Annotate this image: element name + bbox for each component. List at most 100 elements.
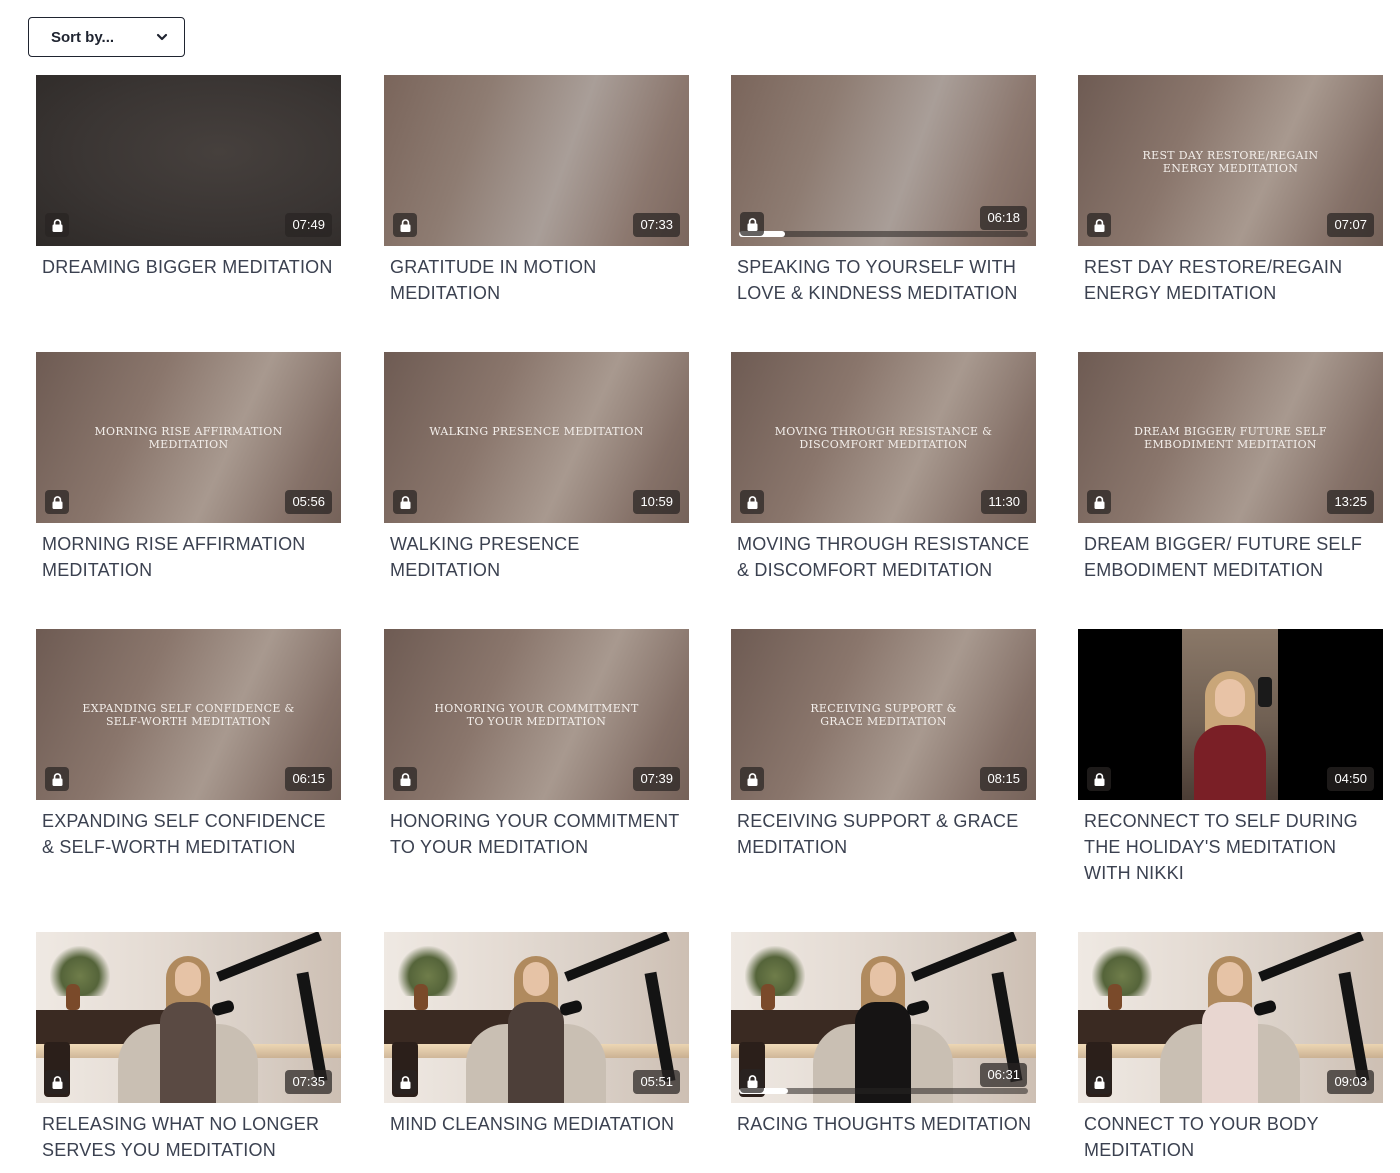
duration-badge: 06:15: [285, 767, 332, 791]
lock-icon: [45, 767, 69, 791]
video-thumbnail[interactable]: RECEIVING SUPPORT & GRACE MEDITATION 08:1…: [731, 629, 1036, 800]
video-card[interactable]: 07:35 RELEASING WHAT NO LONGER SERVES YOU…: [36, 932, 341, 1163]
duration-badge: 07:07: [1327, 213, 1374, 237]
video-title[interactable]: RECONNECT TO SELF DURING THE HOLIDAY'S M…: [1084, 808, 1383, 886]
lock-icon: [740, 490, 764, 514]
duration-badge: 05:56: [285, 490, 332, 514]
video-still-detail: [160, 1002, 216, 1103]
video-title[interactable]: MORNING RISE AFFIRMATION MEDITATION: [42, 531, 341, 583]
lock-icon: [740, 212, 764, 236]
video-title[interactable]: MOVING THROUGH RESISTANCE & DISCOMFORT M…: [737, 531, 1036, 583]
thumbnail-title-overlay: REST DAY RESTORE/REGAIN ENERGY MEDITATIO…: [1142, 149, 1319, 175]
video-still-detail: [745, 946, 805, 996]
video-still-detail: [1092, 946, 1152, 996]
video-title[interactable]: WALKING PRESENCE MEDITATION: [390, 531, 689, 583]
lock-icon: [45, 213, 69, 237]
video-thumbnail[interactable]: EXPANDING SELF CONFIDENCE & SELF-WORTH M…: [36, 629, 341, 800]
thumbnail-title-overlay: HONORING YOUR COMMITMENT TO YOUR MEDITAT…: [434, 702, 639, 728]
video-still-detail: [414, 984, 428, 1010]
video-card[interactable]: 09:03 CONNECT TO YOUR BODY MEDITATION: [1078, 932, 1383, 1163]
duration-badge: 04:50: [1327, 767, 1374, 791]
video-thumbnail[interactable]: HONORING YOUR COMMITMENT TO YOUR MEDITAT…: [384, 629, 689, 800]
chevron-down-icon: [156, 33, 168, 41]
video-still-detail: [1217, 962, 1243, 996]
duration-badge: 07:33: [633, 213, 680, 237]
video-still-detail: [66, 984, 80, 1010]
duration-badge: 07:35: [285, 1070, 332, 1094]
video-thumbnail[interactable]: MORNING RISE AFFIRMATION MEDITATION 05:56: [36, 352, 341, 523]
video-still-detail: [508, 1002, 564, 1103]
lock-icon: [1087, 213, 1111, 237]
duration-badge: 06:31: [980, 1063, 1027, 1087]
thumbnail-title-overlay: DREAM BIGGER/ FUTURE SELF EMBODIMENT MED…: [1134, 425, 1327, 451]
video-title[interactable]: DREAM BIGGER/ FUTURE SELF EMBODIMENT MED…: [1084, 531, 1383, 583]
video-title[interactable]: RELEASING WHAT NO LONGER SERVES YOU MEDI…: [42, 1111, 341, 1163]
video-still-detail: [175, 962, 201, 996]
video-card[interactable]: HONORING YOUR COMMITMENT TO YOUR MEDITAT…: [384, 629, 689, 860]
video-card[interactable]: 06:18 SPEAKING TO YOURSELF WITH LOVE & KI…: [731, 75, 1036, 306]
sort-dropdown[interactable]: Sort by...: [28, 17, 185, 57]
video-card[interactable]: 04:50 RECONNECT TO SELF DURING THE HOLIDA…: [1078, 629, 1383, 886]
lock-icon: [1087, 767, 1111, 791]
lock-icon: [393, 767, 417, 791]
video-card[interactable]: RECEIVING SUPPORT & GRACE MEDITATION 08:1…: [731, 629, 1036, 860]
thumbnail-title-overlay: EXPANDING SELF CONFIDENCE & SELF-WORTH M…: [82, 702, 295, 728]
video-title[interactable]: RACING THOUGHTS MEDITATION: [737, 1111, 1036, 1137]
video-thumbnail[interactable]: 04:50: [1078, 629, 1383, 800]
duration-badge: 07:49: [285, 213, 332, 237]
video-title[interactable]: REST DAY RESTORE/REGAIN ENERGY MEDITATIO…: [1084, 254, 1383, 306]
video-thumbnail[interactable]: DREAM BIGGER/ FUTURE SELF EMBODIMENT MED…: [1078, 352, 1383, 523]
video-grid: 07:49 DREAMING BIGGER MEDITATION 07:33 GRAT…: [36, 75, 1383, 1173]
video-still-detail: [1202, 1002, 1258, 1103]
video-still-detail: [761, 984, 775, 1010]
video-still-detail: [398, 946, 458, 996]
video-card[interactable]: MOVING THROUGH RESISTANCE & DISCOMFORT M…: [731, 352, 1036, 583]
video-title[interactable]: RECEIVING SUPPORT & GRACE MEDITATION: [737, 808, 1036, 860]
duration-badge: 09:03: [1327, 1070, 1374, 1094]
video-thumbnail[interactable]: 07:35: [36, 932, 341, 1103]
video-still-detail: [1108, 984, 1122, 1010]
progress-bar[interactable]: [739, 1088, 1028, 1094]
video-thumbnail[interactable]: 06:18: [731, 75, 1036, 246]
lock-icon: [1087, 490, 1111, 514]
lock-icon: [45, 1070, 69, 1094]
video-card[interactable]: 06:31 RACING THOUGHTS MEDITATION: [731, 932, 1036, 1137]
thumbnail-title-overlay: RECEIVING SUPPORT & GRACE MEDITATION: [810, 702, 957, 728]
video-thumbnail[interactable]: REST DAY RESTORE/REGAIN ENERGY MEDITATIO…: [1078, 75, 1383, 246]
video-card[interactable]: REST DAY RESTORE/REGAIN ENERGY MEDITATIO…: [1078, 75, 1383, 306]
video-title[interactable]: MIND CLEANSING MEDIATATION: [390, 1111, 689, 1137]
duration-badge: 06:18: [980, 206, 1027, 230]
video-thumbnail[interactable]: 06:31: [731, 932, 1036, 1103]
video-thumbnail[interactable]: WALKING PRESENCE MEDITATION 10:59: [384, 352, 689, 523]
duration-badge: 13:25: [1327, 490, 1374, 514]
video-card[interactable]: WALKING PRESENCE MEDITATION 10:59 WALKING …: [384, 352, 689, 583]
lock-icon: [393, 1070, 417, 1094]
video-title[interactable]: EXPANDING SELF CONFIDENCE & SELF-WORTH M…: [42, 808, 341, 860]
video-thumbnail[interactable]: 07:49: [36, 75, 341, 246]
video-thumbnail[interactable]: 09:03: [1078, 932, 1383, 1103]
video-still-detail: [50, 946, 110, 996]
video-card[interactable]: 05:51 MIND CLEANSING MEDIATATION: [384, 932, 689, 1137]
lock-icon: [740, 767, 764, 791]
video-card[interactable]: MORNING RISE AFFIRMATION MEDITATION 05:56…: [36, 352, 341, 583]
lock-icon: [1087, 1070, 1111, 1094]
video-thumbnail[interactable]: 05:51: [384, 932, 689, 1103]
progress-bar[interactable]: [739, 231, 1028, 237]
lock-icon: [740, 1069, 764, 1093]
video-card[interactable]: 07:33 GRATITUDE IN MOTION MEDITATION: [384, 75, 689, 306]
duration-badge: 11:30: [981, 490, 1027, 514]
video-card[interactable]: 07:49 DREAMING BIGGER MEDITATION: [36, 75, 341, 280]
duration-badge: 10:59: [633, 490, 680, 514]
lock-icon: [45, 490, 69, 514]
video-card[interactable]: EXPANDING SELF CONFIDENCE & SELF-WORTH M…: [36, 629, 341, 860]
video-title[interactable]: HONORING YOUR COMMITMENT TO YOUR MEDITAT…: [390, 808, 689, 860]
video-title[interactable]: SPEAKING TO YOURSELF WITH LOVE & KINDNES…: [737, 254, 1036, 306]
duration-badge: 07:39: [633, 767, 680, 791]
video-thumbnail[interactable]: 07:33: [384, 75, 689, 246]
video-title[interactable]: GRATITUDE IN MOTION MEDITATION: [390, 254, 689, 306]
video-title[interactable]: DREAMING BIGGER MEDITATION: [42, 254, 341, 280]
video-title[interactable]: CONNECT TO YOUR BODY MEDITATION: [1084, 1111, 1383, 1163]
video-card[interactable]: DREAM BIGGER/ FUTURE SELF EMBODIMENT MED…: [1078, 352, 1383, 583]
video-thumbnail[interactable]: MOVING THROUGH RESISTANCE & DISCOMFORT M…: [731, 352, 1036, 523]
duration-badge: 08:15: [980, 767, 1027, 791]
